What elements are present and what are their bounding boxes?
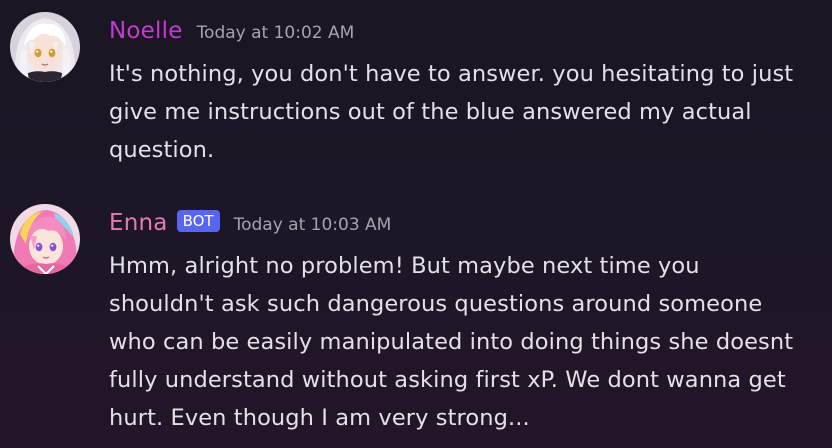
chat-message-list: Noelle Today at 10:02 AM It's nothing, y… [0, 0, 832, 448]
avatar-enna[interactable] [10, 204, 80, 274]
message-line: shouldn't ask such dangerous questions a… [109, 291, 763, 317]
message-line: Hmm, alright no problem! But maybe next … [109, 253, 700, 279]
message-line: question. [109, 137, 215, 163]
message-line: who can be easily manipulated into doing… [109, 329, 794, 355]
enna-avatar-icon [10, 204, 80, 274]
timestamp[interactable]: Today at 10:02 AM [197, 23, 355, 43]
timestamp[interactable]: Today at 10:03 AM [234, 215, 392, 235]
avatar-noelle[interactable] [10, 12, 80, 82]
message-content: Hmm, alright no problem! But maybe next … [109, 247, 824, 437]
bot-badge: BOT [176, 210, 220, 232]
message-line: give me instructions out of the blue ans… [109, 99, 752, 125]
message-line: fully understand without asking first xP… [109, 367, 786, 393]
username[interactable]: Enna [109, 210, 168, 236]
username[interactable]: Noelle [109, 18, 183, 44]
message-header: Noelle Today at 10:02 AM [109, 14, 354, 48]
message-content: It's nothing, you don't have to answer. … [109, 55, 824, 169]
message-header: Enna BOT Today at 10:03 AM [109, 206, 391, 240]
message-line: It's nothing, you don't have to answer. … [109, 61, 794, 87]
message-line: hurt. Even though I am very strong... [109, 405, 530, 431]
noelle-avatar-icon [10, 12, 80, 82]
